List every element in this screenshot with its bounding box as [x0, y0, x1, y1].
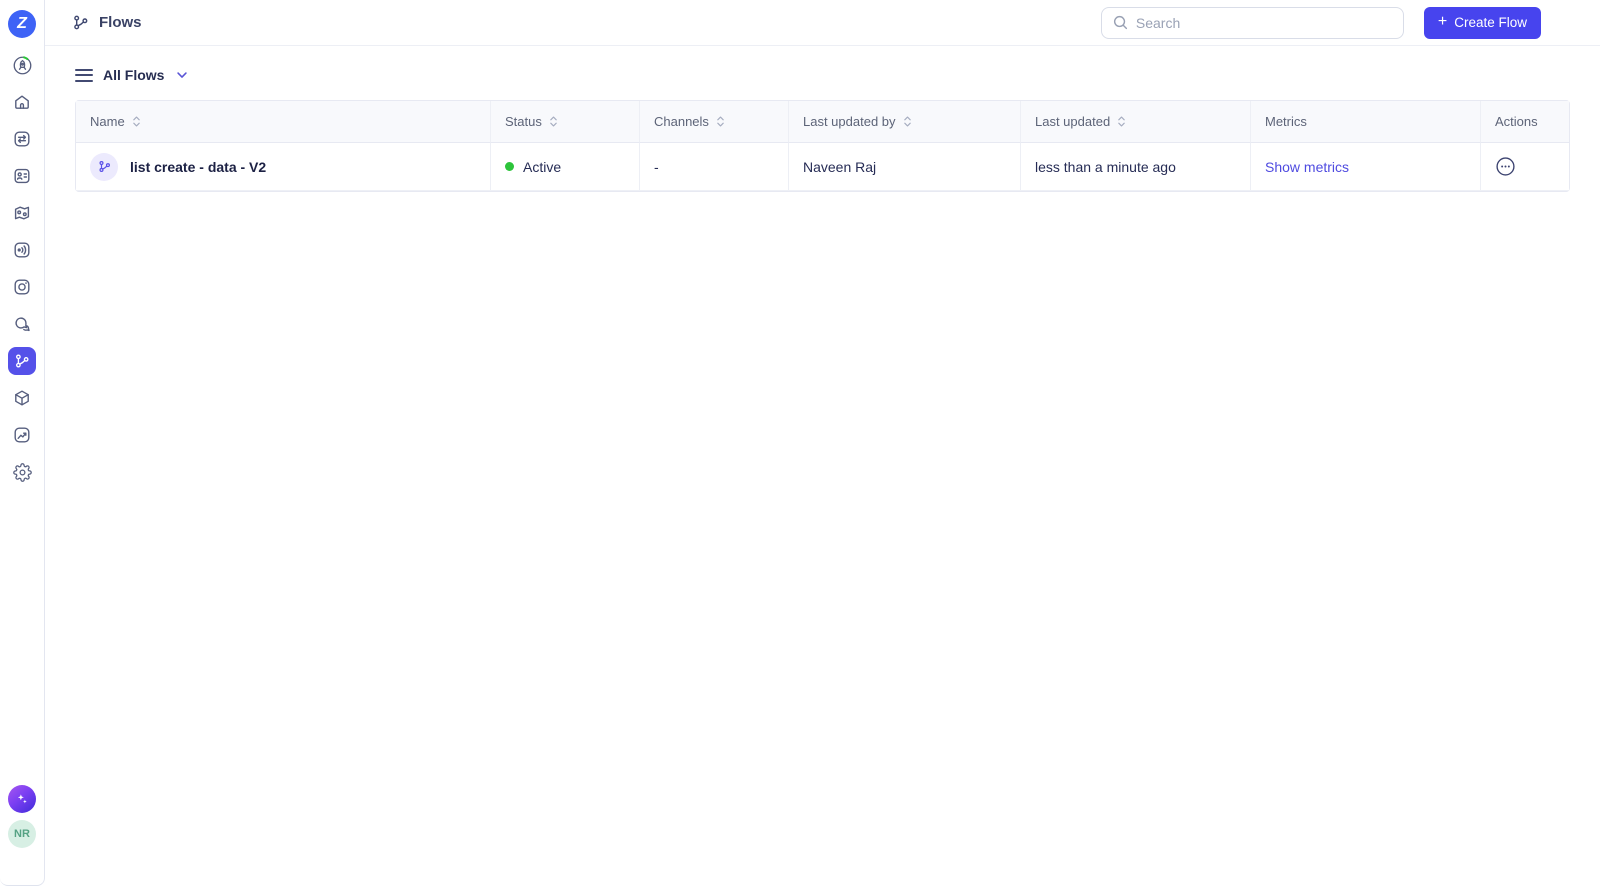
journey-map-icon	[14, 206, 30, 220]
last-updated-by-value: Naveen Raj	[803, 158, 877, 175]
flows-toolbar: All Flows	[75, 62, 1570, 88]
sidebar-item-settings[interactable]	[8, 458, 36, 486]
column-header-channels[interactable]: Channels	[639, 101, 788, 143]
swap-arrows-icon	[14, 131, 30, 147]
sort-icon[interactable]	[549, 115, 558, 128]
topbar: Flows + Create Flow	[45, 0, 1600, 46]
column-header-status[interactable]: Status	[490, 101, 639, 143]
user-avatar-initials: NR	[14, 828, 30, 840]
column-header-last-updated[interactable]: Last updated	[1020, 101, 1250, 143]
settings-gear-icon	[12, 462, 32, 482]
search-box[interactable]	[1100, 6, 1404, 39]
column-header-actions: Actions	[1480, 101, 1569, 143]
view-selector-label[interactable]: All Flows	[103, 67, 164, 83]
analytics-icon	[14, 427, 30, 443]
sort-icon[interactable]	[903, 115, 912, 128]
sidebar-item-home[interactable]	[8, 88, 36, 116]
flows-title-icon	[74, 15, 88, 30]
create-flow-button[interactable]: + Create Flow	[1423, 6, 1541, 39]
column-header-metrics: Metrics	[1250, 101, 1480, 143]
status-label: Active	[523, 158, 562, 175]
ellipsis-circle-icon	[1496, 157, 1515, 176]
chat-icon	[15, 317, 30, 332]
sort-icon[interactable]	[716, 115, 725, 128]
home-icon	[15, 95, 29, 109]
sidebar: Z NR	[0, 0, 45, 886]
sidebar-item-getting-started[interactable]	[8, 51, 36, 79]
list-view-icon[interactable]	[75, 67, 93, 84]
chevron-down-icon	[177, 72, 188, 78]
rocket-icon	[13, 55, 31, 74]
broadcast-icon	[14, 242, 30, 258]
cube-icon	[15, 390, 29, 406]
page-title-group: Flows	[71, 13, 142, 32]
sidebar-item-broadcasts[interactable]	[8, 236, 36, 264]
table-header-row: Name Status Channels Last updated by Las…	[76, 101, 1569, 143]
page-title: Flows	[99, 14, 142, 31]
flows-icon	[16, 354, 29, 368]
sidebar-bottom: NR	[8, 785, 36, 885]
show-metrics-link[interactable]: Show metrics	[1265, 159, 1349, 175]
sort-icon[interactable]	[132, 115, 141, 128]
main-content: All Flows Name Status Channels Last upda…	[45, 47, 1600, 192]
create-flow-label: Create Flow	[1454, 15, 1527, 30]
sidebar-item-engagement[interactable]	[8, 125, 36, 153]
sort-icon[interactable]	[1117, 115, 1126, 128]
user-avatar[interactable]: NR	[8, 820, 36, 848]
sidebar-item-contacts[interactable]	[8, 162, 36, 190]
flows-icon	[98, 161, 110, 172]
channels-value: -	[654, 158, 659, 175]
row-actions-button[interactable]	[1495, 156, 1516, 177]
flow-avatar	[90, 152, 118, 181]
flow-name[interactable]: list create - data - V2	[130, 159, 266, 175]
view-selector-chevron[interactable]	[175, 68, 189, 82]
sidebar-item-channels[interactable]	[8, 273, 36, 301]
sidebar-item-conversations[interactable]	[8, 310, 36, 338]
flows-table: Name Status Channels Last updated by Las…	[75, 100, 1570, 192]
app-logo[interactable]: Z	[8, 10, 36, 38]
camera-icon	[14, 279, 30, 295]
table-row[interactable]: list create - data - V2 Active - Naveen …	[76, 143, 1569, 191]
search-input[interactable]	[1135, 14, 1393, 31]
sidebar-item-flows[interactable]	[8, 347, 36, 375]
column-header-last-updated-by[interactable]: Last updated by	[788, 101, 1020, 143]
plus-icon: +	[1437, 13, 1448, 30]
status-dot	[505, 162, 514, 171]
column-header-name[interactable]: Name	[76, 101, 490, 143]
logo-letter: Z	[17, 15, 27, 32]
ai-assistant-button[interactable]	[8, 785, 36, 813]
sidebar-item-integrations[interactable]	[8, 384, 36, 412]
contacts-icon	[14, 168, 30, 184]
last-updated-value: less than a minute ago	[1035, 158, 1176, 175]
sidebar-item-journeys[interactable]	[8, 199, 36, 227]
sidebar-item-analytics[interactable]	[8, 421, 36, 449]
search-icon	[1113, 15, 1127, 30]
sparkles-icon	[17, 794, 27, 804]
